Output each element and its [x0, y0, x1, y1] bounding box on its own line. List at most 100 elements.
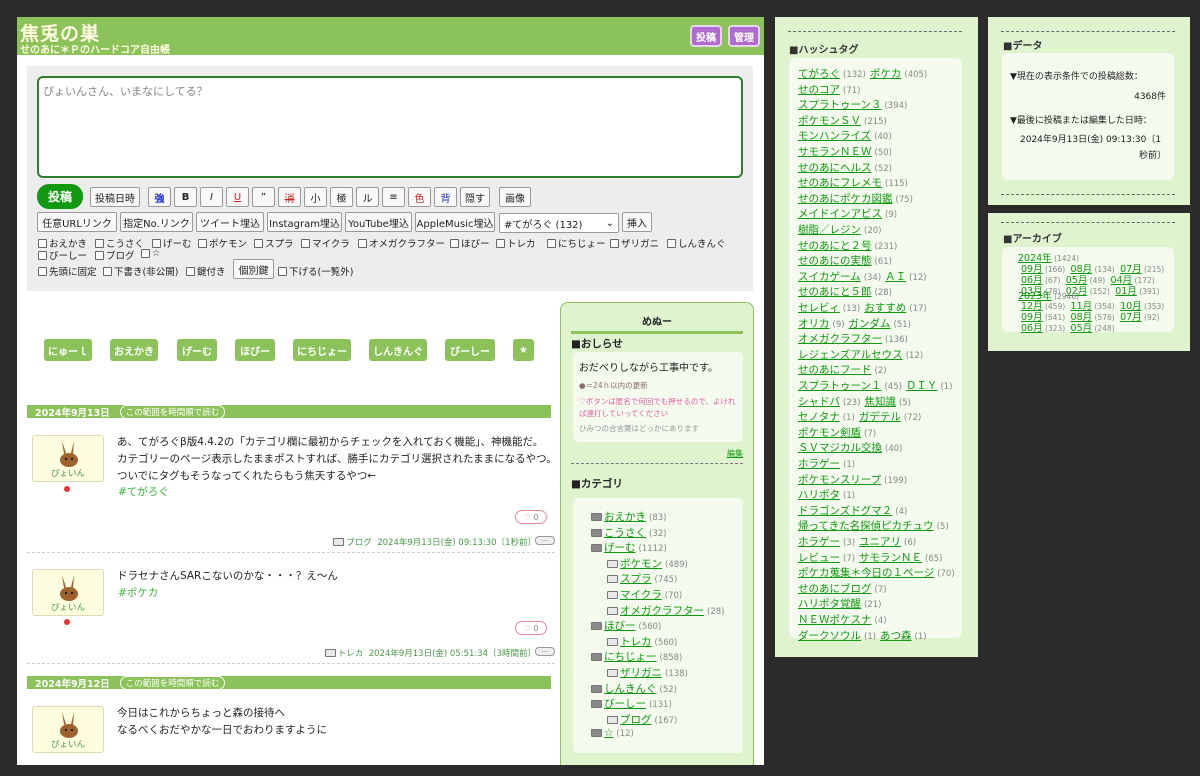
instagram-embed-button[interactable]: Instagram埋込: [267, 212, 342, 232]
hashtag-link[interactable]: ダークソウル: [798, 630, 861, 642]
avatar[interactable]: ぴょいん: [32, 435, 104, 482]
italic-button[interactable]: I: [200, 187, 223, 207]
background-button[interactable]: 背: [434, 187, 457, 207]
read-chronological-link[interactable]: この範囲を時間順で読む: [119, 675, 226, 690]
hashtag-link[interactable]: ハリポタ覚醒: [798, 598, 861, 610]
archive-month-link[interactable]: 07月: [1120, 312, 1142, 323]
hashtag-link[interactable]: ＳＶマジカル交換: [798, 442, 882, 454]
category-item[interactable]: オメガクラフター (28): [607, 603, 724, 618]
checkbox-icon[interactable]: [38, 238, 47, 248]
category-link[interactable]: ブログ: [620, 714, 652, 726]
checkbox-icon[interactable]: [547, 238, 556, 248]
hashtag-link[interactable]: メイドインアビス: [798, 208, 882, 220]
submit-post-button[interactable]: 投稿: [37, 184, 83, 209]
category-link[interactable]: げーむ: [604, 542, 636, 554]
checkbox-icon[interactable]: [610, 238, 619, 248]
checkbox-locked[interactable]: 鍵付き: [186, 264, 226, 278]
checkbox-category-splatoon[interactable]: スプラ: [254, 236, 294, 250]
quote-button[interactable]: ”: [252, 187, 275, 207]
tweet-embed-button[interactable]: ツイート埋込: [196, 212, 264, 232]
underline-button[interactable]: U: [226, 187, 249, 207]
checkbox-category-thinking[interactable]: しんきんぐ: [667, 236, 726, 250]
like-button[interactable]: ♡ 0: [515, 510, 547, 524]
checkbox-lower[interactable]: 下げる(一覧外): [278, 264, 353, 278]
checkbox-category-zarigani[interactable]: ザリガニ: [610, 236, 659, 250]
hashtag-link[interactable]: あつ森: [880, 630, 912, 642]
category-button-oekaki[interactable]: おえかき: [110, 339, 158, 361]
bold-button[interactable]: B: [174, 187, 197, 207]
category-item[interactable]: スプラ (745): [607, 571, 677, 586]
checkbox-category-pokemon[interactable]: ポケモン: [198, 236, 247, 250]
category-link[interactable]: ☆: [604, 727, 613, 739]
small-button[interactable]: 小: [304, 187, 327, 207]
hashtag-link[interactable]: モンハンライズ: [798, 130, 871, 142]
post-number-link-button[interactable]: 指定No.リンク: [120, 212, 193, 232]
category-link[interactable]: ほびー: [604, 620, 636, 632]
checkbox-category-minecraft[interactable]: マイクラ: [301, 236, 350, 250]
hashtag-link[interactable]: スイカゲーム: [798, 271, 861, 283]
hashtag-link[interactable]: サモランＮＥ: [859, 552, 922, 564]
hashtag-link[interactable]: サモランＮＥＷ: [798, 146, 872, 158]
checkbox-category-nichijou[interactable]: にちじょー: [547, 236, 606, 250]
hashtag-link[interactable]: ガデテル: [859, 411, 901, 423]
hashtag-link[interactable]: 樹脂／レジン: [798, 224, 861, 236]
checkbox-category-toreca[interactable]: トレカ: [496, 236, 536, 250]
checkbox-icon[interactable]: [38, 250, 47, 260]
category-item[interactable]: しんきんぐ (52): [591, 681, 677, 696]
category-link[interactable]: しんきんぐ: [604, 683, 657, 695]
category-item[interactable]: げーむ (1112): [591, 540, 667, 555]
checkbox-icon[interactable]: [496, 238, 505, 248]
hashtag-link[interactable]: ホラゲー: [798, 458, 840, 470]
hashtag-link[interactable]: ＡＩ: [885, 271, 906, 283]
category-button-nichijou[interactable]: にちじょー: [293, 339, 351, 361]
category-item[interactable]: にちじょー (858): [591, 649, 682, 664]
hashtag-link[interactable]: せのあにと２号: [798, 240, 872, 252]
category-button-star[interactable]: ★: [513, 339, 534, 361]
category-button-hobby[interactable]: ほびー: [235, 339, 275, 361]
hashtag-link[interactable]: てがろぐ: [798, 68, 840, 80]
category-button-thinking[interactable]: しんきんぐ: [369, 339, 427, 361]
category-item[interactable]: ☆ (12): [591, 727, 634, 739]
checkbox-category-star[interactable]: ☆: [141, 248, 161, 259]
hashtag-link[interactable]: レジェンズアルセウス: [798, 349, 903, 361]
hashtag-link[interactable]: せのあにヘルス: [798, 162, 872, 174]
archive-month-link[interactable]: 05月: [1071, 323, 1093, 334]
hashtag-link[interactable]: セレビィ: [798, 302, 840, 314]
checkbox-icon[interactable]: [450, 238, 459, 248]
avatar[interactable]: ぴょいん: [32, 706, 104, 753]
hashtag-link[interactable]: オメガクラフター: [798, 333, 882, 345]
hashtag-link[interactable]: スプラトゥーン３: [798, 99, 881, 111]
checkbox-icon[interactable]: [278, 266, 287, 276]
checkbox-category-omega[interactable]: オメガクラフター: [358, 236, 445, 250]
hashtag-link[interactable]: 帰ってきた名探偵ピカチュウ: [798, 520, 934, 532]
strong-button[interactable]: 強: [148, 187, 171, 207]
hashtag-link[interactable]: スプラトゥーン１: [798, 380, 881, 392]
hashtag-link[interactable]: ガンダム: [849, 318, 891, 330]
checkbox-category-pc[interactable]: びーしー: [38, 248, 87, 262]
hashtag-link[interactable]: せのあにフレメモ: [798, 177, 882, 189]
archive-month-link[interactable]: 01月: [1115, 286, 1137, 297]
avatar[interactable]: ぴょいん: [32, 569, 104, 616]
category-item[interactable]: ほびー (560): [591, 618, 661, 633]
category-link[interactable]: オメガクラフター: [620, 605, 704, 617]
hashtag-link[interactable]: ＤＩＹ: [906, 380, 938, 392]
image-button[interactable]: 画像: [499, 187, 531, 207]
checkbox-icon[interactable]: [358, 238, 367, 248]
category-link[interactable]: びーしー: [604, 698, 646, 710]
hashtag-link[interactable]: せのあにの実態: [798, 255, 872, 267]
edit-link[interactable]: 編集: [727, 448, 743, 459]
align-button[interactable]: ≡: [382, 187, 405, 207]
hashtag-link[interactable]: ホラゲー: [798, 536, 840, 548]
hashtag-link[interactable]: ポケモンスリープ: [798, 474, 881, 486]
post-timestamp[interactable]: 2024年9月13日(金) 09:13:30〔1秒前〕: [377, 538, 536, 548]
post-textarea[interactable]: ぴょいんさん、いまなにしてる？: [37, 76, 743, 178]
admin-button[interactable]: 管理: [728, 25, 760, 47]
hashtag-link[interactable]: ポケモンＳＶ: [798, 115, 861, 127]
youtube-embed-button[interactable]: YouTube埋込: [345, 212, 412, 232]
checkbox-icon[interactable]: [254, 238, 263, 248]
category-item[interactable]: ポケモン (489): [607, 556, 688, 571]
category-item[interactable]: マイクラ (70): [607, 587, 682, 602]
hashtag-link[interactable]: おすすめ: [864, 302, 906, 314]
category-link[interactable]: にちじょー: [604, 651, 657, 663]
hashtag-link[interactable]: ポケカ: [870, 68, 902, 80]
